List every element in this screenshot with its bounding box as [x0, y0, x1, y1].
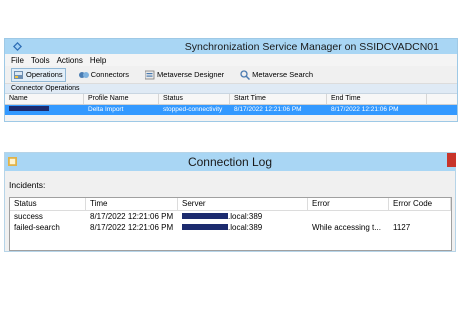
toolbar: Operations Connectors Metaverse Designer… [5, 66, 457, 84]
column-time[interactable]: Time [86, 198, 178, 210]
cell-status: stopped-connectivity [163, 106, 223, 113]
sync-service-manager-window: Synchronization Service Manager on SSIDC… [4, 38, 458, 122]
column-status[interactable]: Status [159, 94, 230, 104]
connectors-button[interactable]: Connectors [76, 68, 132, 82]
row-error-code [389, 211, 451, 222]
column-start-time[interactable]: Start Time [230, 94, 327, 104]
metaverse-designer-button[interactable]: Metaverse Designer [142, 68, 227, 82]
column-error-code[interactable]: Error Code [389, 198, 451, 210]
sync-app-icon [13, 42, 22, 51]
connectors-icon [78, 71, 89, 78]
metaverse-search-button[interactable]: Metaverse Search [237, 68, 316, 82]
metaverse-designer-label: Metaverse Designer [157, 70, 225, 79]
incidents-label: Incidents: [9, 180, 46, 190]
window-title: Connection Log [187, 155, 273, 169]
list-item[interactable]: failed-search 8/17/2022 12:21:06 PM .loc… [10, 222, 451, 233]
title-bar[interactable]: Connection Log [5, 153, 456, 171]
redaction-mark [182, 212, 228, 219]
operations-button[interactable]: Operations [11, 67, 66, 82]
metaverse-search-icon [240, 69, 251, 80]
cell-end-time: 8/17/2022 12:21:06 PM [331, 106, 399, 113]
column-end-time[interactable]: End Time [327, 94, 427, 104]
title-bar[interactable]: Synchronization Service Manager on SSIDC… [5, 39, 457, 54]
server-suffix: .local:389 [228, 223, 263, 232]
row-server: .local:389 [178, 211, 308, 222]
redaction-mark [9, 106, 49, 112]
table-row[interactable]: Delta Import stopped-connectivity 8/17/2… [5, 105, 457, 115]
row-error [308, 211, 389, 222]
metaverse-search-label: Metaverse Search [252, 70, 314, 79]
menu-actions[interactable]: Actions [57, 56, 83, 65]
cell-profile: Delta Import [88, 106, 124, 113]
window-title: Synchronization Service Manager on SSIDC… [184, 41, 439, 53]
row-error: While accessing t... [312, 223, 381, 232]
column-name[interactable]: Name [5, 94, 84, 104]
row-error-code: 1127 [393, 223, 411, 232]
connection-log-window: Connection Log Incidents: Status Time Se… [4, 152, 456, 252]
incidents-header: Status Time Server Error Error Code [10, 198, 451, 211]
operations-grid-header: Name Profile Name Status Start Time End … [5, 94, 457, 105]
menu-help[interactable]: Help [90, 56, 106, 65]
row-time: 8/17/2022 12:21:06 PM [90, 223, 174, 232]
incidents-list[interactable]: Status Time Server Error Error Code succ… [9, 197, 452, 251]
operations-icon [14, 70, 23, 79]
operations-label: Operations [26, 70, 63, 79]
row-server: .local:389 [178, 222, 308, 233]
redaction-mark [182, 223, 228, 230]
column-status[interactable]: Status [10, 198, 86, 210]
cell-name [5, 105, 84, 115]
section-label: Connector Operations [5, 84, 457, 94]
row-status: failed-search [14, 223, 60, 232]
close-icon[interactable] [447, 153, 456, 167]
column-server[interactable]: Server [178, 198, 308, 210]
row-status: success [14, 212, 43, 221]
column-error[interactable]: Error [308, 198, 389, 210]
column-profile-name[interactable]: Profile Name [84, 94, 159, 104]
list-item[interactable]: success 8/17/2022 12:21:06 PM .local:389 [10, 211, 451, 222]
metaverse-designer-icon [145, 70, 155, 79]
row-time: 8/17/2022 12:21:06 PM [90, 212, 174, 221]
menu-bar: File Tools Actions Help [5, 54, 457, 66]
menu-file[interactable]: File [11, 56, 24, 65]
connectors-label: Connectors [90, 70, 130, 79]
menu-tools[interactable]: Tools [31, 56, 50, 65]
cell-start-time: 8/17/2022 12:21:06 PM [234, 106, 302, 113]
server-suffix: .local:389 [228, 212, 263, 221]
